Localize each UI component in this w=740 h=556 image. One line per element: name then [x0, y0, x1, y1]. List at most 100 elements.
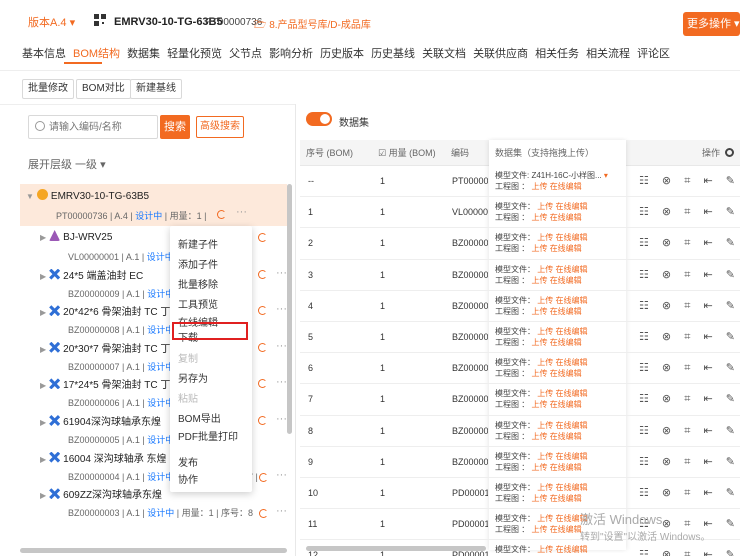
refresh-icon[interactable]	[259, 472, 268, 482]
expand-caret-icon[interactable]: ▶	[40, 491, 46, 500]
expand-level-dropdown[interactable]: 展开层级 一级 ▾	[28, 156, 106, 172]
context-menu-item[interactable]: PDF批量打印	[178, 428, 238, 443]
row-action-icons[interactable]: ☷ ⊗ ⌗ ⇤ ✎ ⋯	[639, 236, 740, 250]
row-action-icons[interactable]: ☷ ⊗ ⌗ ⇤ ✎ ⋯	[639, 205, 740, 219]
expand-caret-icon[interactable]: ▶	[40, 455, 46, 464]
context-menu-item[interactable]: BOM导出	[178, 410, 221, 425]
context-menu-item[interactable]: 协作	[178, 471, 198, 486]
panel-splitter[interactable]	[295, 104, 296, 556]
expand-caret-icon[interactable]: ▶	[40, 345, 46, 354]
context-menu-item[interactable]: 另存为	[178, 370, 208, 385]
expand-caret-icon[interactable]: ▶	[40, 272, 46, 281]
tab-11[interactable]: 相关流程	[586, 45, 630, 61]
drawing-file-line[interactable]: 工程图 ： 上传 在线编辑	[495, 212, 582, 223]
refresh-icon[interactable]	[258, 342, 267, 352]
search-input[interactable]	[49, 119, 153, 135]
model-file-line[interactable]: 模型文件： 上传 在线编辑	[495, 295, 587, 306]
model-file-line[interactable]: 模型文件： 上传 在线编辑	[495, 326, 587, 337]
drawing-file-line[interactable]: 工程图 ： 上传 在线编辑	[495, 275, 582, 286]
tree-item-title[interactable]: ▶ 609ZZ深沟球轴承东煌	[40, 486, 162, 501]
tree-horizontal-scrollbar[interactable]	[20, 548, 287, 553]
row-action-icons[interactable]: ☷ ⊗ ⌗ ⇤ ✎ ⋯	[639, 392, 740, 406]
expand-caret-icon[interactable]: ▼	[26, 192, 34, 201]
search-button[interactable]: 搜索	[160, 115, 190, 139]
folder-path-link[interactable]: 🗁 8.产品型号库/D-成品库	[254, 16, 371, 35]
more-icon[interactable]: ···	[276, 505, 287, 517]
more-icon[interactable]: ···	[276, 413, 287, 425]
drawing-file-line[interactable]: 工程图 ： 上传 在线编辑	[495, 306, 582, 317]
model-file-line[interactable]: 模型文件： 上传 在线编辑	[495, 544, 587, 555]
drawing-file-line[interactable]: 工程图 ： 上传 在线编辑	[495, 243, 582, 254]
col-header-seq[interactable]: 序号 (BOM)	[306, 140, 353, 166]
tree-item-title[interactable]: ▶ BJ-WRV25	[40, 230, 112, 243]
bom-compare-button[interactable]: BOM对比	[76, 79, 131, 99]
context-menu-item[interactable]: 新建子件	[178, 236, 218, 251]
expand-caret-icon[interactable]: ▶	[40, 418, 46, 427]
tab-3[interactable]: 轻量化预览	[167, 45, 222, 61]
expand-caret-icon[interactable]: ▶	[40, 381, 46, 390]
col-header-code[interactable]: 编码	[451, 140, 469, 166]
drawing-file-line[interactable]: 工程图 ： 上传 在线编辑	[495, 399, 582, 410]
tree-item-title[interactable]: ▶ 17*24*5 骨架油封 TC 丁腈	[40, 376, 180, 391]
tab-12[interactable]: 评论区	[637, 45, 670, 61]
col-header-qty[interactable]: ☑ 用量 (BOM)	[378, 140, 436, 166]
context-menu-item[interactable]: 工具预览	[178, 296, 218, 311]
qr-code-icon[interactable]	[94, 14, 106, 26]
expand-caret-icon[interactable]: ▶	[40, 308, 46, 317]
row-action-icons[interactable]: ☷ ⊗ ⌗ ⇤ ✎ ⋯	[639, 174, 740, 188]
model-file-line[interactable]: 模型文件： 上传 在线编辑	[495, 482, 587, 493]
tree-item-title[interactable]: ▶ 61904深沟球轴承东煌	[40, 413, 161, 428]
model-file-line[interactable]: 模型文件: Z41H-16C-小样图... ▾	[495, 170, 608, 181]
model-file-line[interactable]: 模型文件： 上传 在线编辑	[495, 513, 587, 524]
model-file-line[interactable]: 模型文件： 上传 在线编辑	[495, 420, 587, 431]
model-file-line[interactable]: 模型文件： 上传 在线编辑	[495, 357, 587, 368]
tree-item-title[interactable]: ▶ 20*42*6 骨架油封 TC 丁腈	[40, 303, 180, 318]
row-action-icons[interactable]: ☷ ⊗ ⌗ ⇤ ✎ ⋯	[639, 330, 740, 344]
more-icon[interactable]: ···	[276, 303, 287, 315]
tab-1[interactable]: BOM结构	[73, 45, 120, 61]
row-action-icons[interactable]: ☷ ⊗ ⌗ ⇤ ✎ ⋯	[639, 548, 740, 556]
more-icon[interactable]: ···	[276, 376, 287, 388]
more-icon[interactable]: ···	[276, 267, 287, 279]
drawing-file-line[interactable]: 工程图 ： 上传 在线编辑	[495, 431, 582, 442]
tab-6[interactable]: 历史版本	[320, 45, 364, 61]
col-header-dataset[interactable]: 数据集（支持拖拽上传）	[495, 140, 594, 166]
row-action-icons[interactable]: ☷ ⊗ ⌗ ⇤ ✎ ⋯	[639, 268, 740, 282]
tab-10[interactable]: 相关任务	[535, 45, 579, 61]
new-baseline-button[interactable]: 新建基线	[130, 79, 182, 99]
refresh-icon[interactable]	[258, 416, 267, 425]
model-file-line[interactable]: 模型文件： 上传 在线编辑	[495, 201, 587, 212]
tab-8[interactable]: 关联文档	[422, 45, 466, 61]
model-file-line[interactable]: 模型文件： 上传 在线编辑	[495, 232, 587, 243]
drawing-file-line[interactable]: 工程图 ： 上传 在线编辑	[495, 181, 582, 192]
tab-4[interactable]: 父节点	[229, 45, 262, 61]
tree-item-title[interactable]: ▶ 24*5 端盖油封 EC	[40, 267, 143, 282]
tree-item-title[interactable]: ▶ 20*30*7 骨架油封 TC 丁腈	[40, 340, 180, 355]
expand-caret-icon[interactable]: ▶	[40, 233, 46, 242]
drawing-file-line[interactable]: 工程图 ： 上传 在线编辑	[495, 524, 582, 535]
context-menu-item[interactable]: 添加子件	[178, 256, 218, 271]
drawing-file-line[interactable]: 工程图 ： 上传 在线编辑	[495, 337, 582, 348]
row-action-icons[interactable]: ☷ ⊗ ⌗ ⇤ ✎ ⋯	[639, 299, 740, 313]
more-actions-button[interactable]: 更多操作 ▾	[683, 12, 740, 36]
model-file-line[interactable]: 模型文件： 上传 在线编辑	[495, 264, 587, 275]
drawing-file-line[interactable]: 工程图 ： 上传 在线编辑	[495, 368, 582, 379]
refresh-icon[interactable]	[258, 233, 267, 242]
tab-0[interactable]: 基本信息	[22, 45, 66, 61]
context-menu-item[interactable]: 发布	[178, 454, 198, 469]
dataset-toggle[interactable]	[306, 112, 332, 126]
more-icon[interactable]: ···	[276, 469, 287, 481]
more-icon[interactable]: ···	[276, 340, 287, 352]
refresh-icon[interactable]	[258, 269, 267, 279]
batch-edit-button[interactable]: 批量修改	[22, 79, 74, 99]
tab-2[interactable]: 数据集	[127, 45, 160, 61]
context-menu-item[interactable]: 批量移除	[178, 276, 218, 291]
table-horizontal-scrollbar[interactable]	[306, 546, 486, 551]
refresh-icon[interactable]	[259, 509, 268, 519]
gear-icon[interactable]	[725, 148, 734, 157]
refresh-icon[interactable]	[258, 306, 267, 316]
tab-5[interactable]: 影响分析	[269, 45, 313, 61]
more-icon[interactable]: ···	[236, 206, 247, 218]
row-action-icons[interactable]: ☷ ⊗ ⌗ ⇤ ✎ ⋯	[639, 361, 740, 375]
model-file-line[interactable]: 模型文件： 上传 在线编辑	[495, 451, 587, 462]
